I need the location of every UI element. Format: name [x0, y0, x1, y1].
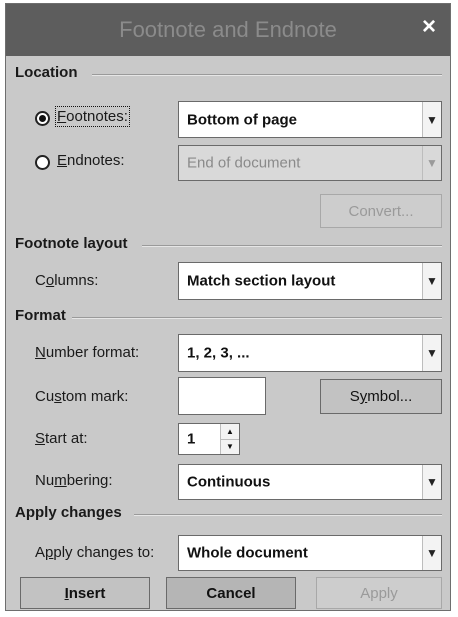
footnotes-position-select[interactable]: Bottom of page ▼: [178, 101, 442, 138]
custom-mark-input[interactable]: [178, 377, 266, 415]
close-icon[interactable]: ×: [422, 15, 436, 39]
number-format-select[interactable]: 1, 2, 3, ... ▼: [178, 334, 442, 372]
chevron-down-icon[interactable]: ▼: [422, 335, 441, 371]
footnotes-radio[interactable]: [35, 111, 50, 126]
footnote-layout-divider: [142, 245, 442, 247]
numbering-select[interactable]: Continuous ▼: [178, 464, 442, 500]
insert-button[interactable]: Insert: [20, 577, 150, 609]
cancel-button[interactable]: Cancel: [166, 577, 296, 609]
numbering-value: Continuous: [187, 473, 271, 491]
endnotes-position-select[interactable]: End of document ▼: [178, 145, 442, 181]
title-bar: Footnote and Endnote ×: [6, 4, 450, 56]
chevron-down-icon[interactable]: ▼: [422, 102, 441, 137]
start-at-label: Start at:: [35, 430, 88, 447]
apply-to-value: Whole document: [187, 544, 308, 562]
columns-label: Columns:: [35, 272, 99, 289]
chevron-down-icon[interactable]: ▼: [422, 465, 441, 499]
columns-select[interactable]: Match section layout ▼: [178, 262, 442, 300]
footnote-dialog: Footnote and Endnote × Location Footnote…: [5, 3, 451, 611]
apply-changes-divider: [134, 514, 442, 516]
number-format-value: 1, 2, 3, ...: [187, 344, 250, 362]
footnotes-label[interactable]: Footnotes:: [55, 106, 130, 127]
number-format-label: Number format:: [35, 344, 140, 361]
numbering-label: Numbering:: [35, 472, 113, 489]
apply-to-label: Apply changes to:: [35, 544, 155, 561]
format-divider: [72, 317, 442, 319]
chevron-down-icon[interactable]: ▼: [422, 146, 441, 180]
location-section-label: Location: [15, 64, 78, 81]
symbol-button[interactable]: Sy mbol...: [320, 379, 442, 414]
endnotes-position-value: End of document: [187, 154, 301, 172]
apply-changes-section-label: Apply changes: [15, 504, 122, 521]
dialog-title: Footnote and Endnote: [119, 17, 337, 42]
apply-button[interactable]: Apply: [316, 577, 442, 609]
arrow-up-icon[interactable]: ▲: [221, 424, 239, 440]
format-section-label: Format: [15, 307, 66, 324]
endnotes-radio[interactable]: [35, 155, 50, 170]
columns-value: Match section layout: [187, 272, 336, 290]
footnote-layout-section-label: Footnote layout: [15, 235, 128, 252]
chevron-down-icon[interactable]: ▼: [422, 263, 441, 299]
custom-mark-label: Custom mark:: [35, 388, 129, 405]
apply-to-select[interactable]: Whole document ▼: [178, 535, 442, 571]
location-divider: [92, 74, 442, 76]
convert-button[interactable]: Convert...: [320, 194, 442, 228]
arrow-down-icon[interactable]: ▼: [221, 440, 239, 455]
start-at-spinner[interactable]: 1 ▲ ▼: [178, 423, 240, 455]
chevron-down-icon[interactable]: ▼: [422, 536, 441, 570]
start-at-value: 1: [187, 430, 196, 448]
footnotes-position-value: Bottom of page: [187, 111, 297, 128]
endnotes-label[interactable]: Endnotes:: [57, 152, 125, 169]
